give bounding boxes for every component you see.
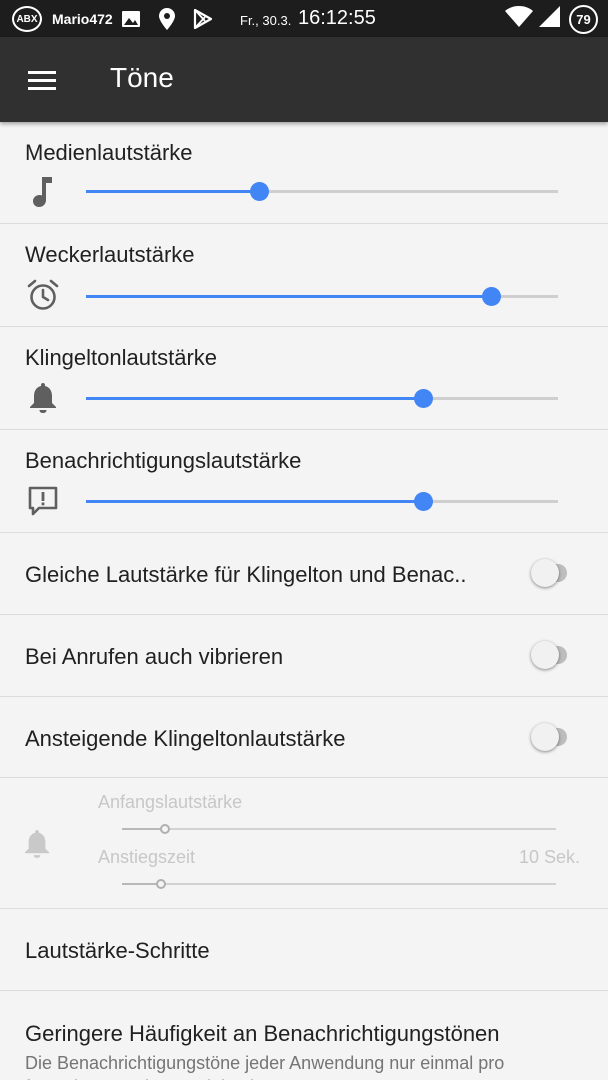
status-username: Mario472 [52, 11, 113, 27]
status-date: Fr., 30.3. [240, 13, 292, 28]
vibrate-on-call-switch[interactable] [531, 641, 567, 669]
notification-volume-slider[interactable] [86, 492, 558, 511]
menu-icon[interactable] [22, 63, 62, 97]
location-icon [157, 8, 177, 30]
fewer-notification-sounds-title: Geringere Häufigkeit an Benachrichtigung… [25, 1021, 500, 1046]
fewer-notification-sounds-row[interactable]: Geringere Häufigkeit an Benachrichtigung… [0, 991, 608, 1080]
toggle-label: Gleiche Lautstärke für Klingelton und Be… [25, 562, 467, 587]
alarm-clock-icon [26, 278, 60, 312]
bell-icon [24, 828, 50, 863]
settings-list[interactable]: Medienlautstärke Weckerlautstärke Klinge… [0, 122, 608, 1080]
wifi-icon [505, 5, 533, 33]
slider-thumb [160, 824, 171, 834]
ringtone-volume-slider[interactable] [86, 389, 558, 408]
rise-time-slider [122, 879, 556, 889]
toggle-label: Ansteigende Klingeltonlautstärke [25, 726, 346, 751]
slider-thumb[interactable] [414, 492, 433, 511]
media-volume-slider[interactable] [86, 182, 558, 201]
escalating-ringtone-switch[interactable] [531, 723, 567, 751]
slider-fill [86, 397, 423, 400]
battery-icon: 79 [569, 4, 598, 34]
music-note-icon [26, 175, 60, 209]
fewer-notification-sounds-summary: Die Benachrichtigungstöne jeder Anwendun… [25, 1053, 505, 1080]
rise-time-value: 10 Sek. [518, 847, 580, 867]
escalating-volume-settings: Anfangslautstärke Anstiegszeit 10 Sek. [0, 778, 608, 909]
status-bar: ABX Mario472 Fr., 30.3. 16:12:55 79 [0, 0, 608, 37]
switch-knob [531, 559, 559, 587]
bell-icon [26, 380, 60, 414]
notification-alert-icon [26, 484, 60, 518]
slider-label: Benachrichtigungslautstärke [25, 448, 302, 473]
notification-volume-row: Benachrichtigungslautstärke [0, 430, 608, 533]
page-title: Töne [110, 62, 174, 93]
slider-label: Weckerlautstärke [25, 242, 195, 267]
start-volume-label: Anfangslautstärke [98, 792, 243, 812]
slider-thumb[interactable] [249, 182, 269, 201]
play-store-icon [193, 9, 213, 29]
toggle-label: Bei Anrufen auch vibrieren [25, 644, 284, 669]
slider-thumb[interactable] [414, 389, 433, 408]
same-volume-switch[interactable] [531, 559, 567, 587]
alarm-volume-slider[interactable] [86, 287, 558, 306]
same-volume-toggle-row[interactable]: Gleiche Lautstärke für Klingelton und Be… [0, 533, 608, 615]
app-logo-icon: ABX [12, 6, 42, 32]
rise-time-label: Anstiegszeit [98, 847, 196, 867]
volume-steps-label: Lautstärke-Schritte [25, 938, 210, 963]
image-icon [121, 9, 141, 29]
slider-thumb[interactable] [481, 287, 501, 306]
slider-label: Klingeltonlautstärke [25, 345, 218, 370]
escalating-ringtone-toggle-row[interactable]: Ansteigende Klingeltonlautstärke [0, 697, 608, 778]
slider-fill [122, 828, 166, 830]
signal-icon [539, 5, 561, 33]
slider-fill [86, 295, 491, 298]
status-time: 16:12:55 [298, 7, 376, 29]
slider-fill [86, 190, 259, 193]
slider-thumb [156, 879, 167, 889]
switch-knob [531, 641, 559, 669]
vibrate-on-call-toggle-row[interactable]: Bei Anrufen auch vibrieren [0, 615, 608, 697]
slider-fill [86, 500, 423, 503]
app-toolbar: Töne [0, 37, 608, 122]
switch-knob [531, 723, 559, 751]
alarm-volume-row: Weckerlautstärke [0, 224, 608, 327]
media-volume-row: Medienlautstärke [0, 122, 608, 224]
start-volume-slider [122, 824, 556, 834]
ringtone-volume-row: Klingeltonlautstärke [0, 327, 608, 430]
slider-label: Medienlautstärke [25, 140, 193, 165]
volume-steps-row[interactable]: Lautstärke-Schritte [0, 909, 608, 991]
